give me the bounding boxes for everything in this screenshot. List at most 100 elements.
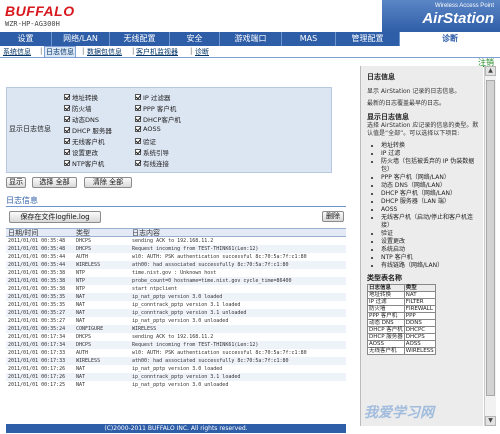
display-button[interactable]: 显示 xyxy=(6,177,26,188)
type-code: WIRELESS xyxy=(403,347,436,355)
tab-admin[interactable]: 管理配置 xyxy=(336,32,400,46)
help-title: 日志信息 xyxy=(367,73,395,81)
model-name: WZR-HP-AG300H xyxy=(5,20,60,28)
log-content: ath00: had associated successfully 8c:70… xyxy=(132,358,289,364)
log-section-title: 日志信息 xyxy=(6,196,38,205)
log-content: ath00: had associated successfully 8c:70… xyxy=(132,262,289,268)
subtab-log-info[interactable]: 日志信息 xyxy=(44,46,76,58)
tab-game-port[interactable]: 游戏端口 xyxy=(220,32,282,46)
scroll-down-icon[interactable]: ▼ xyxy=(485,416,496,426)
subtab-client-monitor[interactable]: 客户机监视器 xyxy=(136,47,178,57)
log-type: DHCPS xyxy=(76,342,92,348)
help-list-item: 无线客户机（启动/停止和客户机连接） xyxy=(381,214,479,230)
delete-button[interactable]: 删除 xyxy=(322,211,344,222)
scroll-up-icon[interactable]: ▲ xyxy=(485,66,496,76)
log-row: 2011/01/01 00:35:27 NAT ip_conntrack_pptp … xyxy=(6,309,346,317)
type-log-name: IP 过滤 xyxy=(367,298,405,306)
log-row: 2011/01/01 00:35:24 CONFIGURE WIRELESS xyxy=(6,325,346,333)
log-row: 2011/01/01 00:35:27 NAT ip_nat_pptp versio… xyxy=(6,317,346,325)
select-all-button[interactable]: 选择 全部 xyxy=(32,177,77,188)
checkbox-checked-icon xyxy=(64,160,70,166)
help-list-item: 验证 xyxy=(381,230,479,238)
log-content: ip_nat_pptp version 3.0 loaded xyxy=(132,294,223,300)
help-scrollbar[interactable]: ▲ ▼ xyxy=(484,66,496,426)
tab-security[interactable]: 安全 xyxy=(170,32,220,46)
type-code: DHCPC xyxy=(403,326,436,334)
log-row: 2011/01/01 00:17:33 WIRELESS ath00: had as… xyxy=(6,357,346,365)
checkbox-wireless-client[interactable]: 无线客户机 xyxy=(64,136,105,146)
help-list-item: 有线链路（网络/LAN） xyxy=(381,262,479,270)
tab-diagnostics[interactable]: 诊断 xyxy=(400,32,500,46)
brand-name: AirStation xyxy=(422,10,494,27)
log-type: NAT xyxy=(76,366,86,372)
save-logfile-button[interactable]: 保存在文件logfile.log xyxy=(9,211,101,223)
checkbox-dhcp-server[interactable]: DHCP 服务器 xyxy=(64,125,112,135)
log-datetime: 2011/01/01 00:35:44 xyxy=(8,262,66,268)
log-type: DHCPS xyxy=(76,238,92,244)
type-table-row: 防火墙 FIREWALL xyxy=(367,305,436,313)
log-datetime: 2011/01/01 00:35:38 xyxy=(8,270,66,276)
checkbox-settings-change[interactable]: 设置更改 xyxy=(64,147,98,157)
type-log-name: DHCP 服务器 xyxy=(367,333,405,341)
checkbox-checked-icon xyxy=(135,116,141,122)
log-row: 2011/01/01 00:35:48 DHCPS Request incoming… xyxy=(6,245,346,253)
checkbox-system-boot[interactable]: 系统引导 xyxy=(135,147,169,157)
help-list-item: NTP 客户机 xyxy=(381,254,479,262)
log-type: CONFIGURE xyxy=(76,326,104,332)
log-row: 2011/01/01 00:17:33 AUTH wl0: AUTH: PSK au… xyxy=(6,349,346,357)
checkbox-checked-icon xyxy=(135,105,141,111)
log-row: 2011/01/01 00:35:35 NAT ip_nat_pptp versio… xyxy=(6,293,346,301)
log-type: NAT xyxy=(76,310,86,316)
log-content: sending ACK to 192.168.11.2 xyxy=(132,334,214,340)
log-content: Request incoming from TEST-THINK61(Len:1… xyxy=(132,246,259,252)
checkbox-checked-icon xyxy=(64,127,70,133)
type-code: FILTER xyxy=(403,298,436,306)
type-table-row: 地址转换 NAT xyxy=(367,291,436,299)
type-table-row: DHCP 客户机 DHCPC xyxy=(367,326,436,334)
log-row: 2011/01/01 00:35:38 NTP start ntpclient xyxy=(6,285,346,293)
tab-mas[interactable]: MAS xyxy=(282,32,336,46)
log-content: WIRELESS xyxy=(132,326,157,332)
log-row: 2011/01/01 00:35:44 AUTH wl0: AUTH: PSK au… xyxy=(6,253,346,261)
checkbox-ip-filter[interactable]: IP 过滤器 xyxy=(135,92,170,102)
log-row: 2011/01/01 00:17:34 DHCPS sending ACK to 1… xyxy=(6,333,346,341)
checkbox-authentication[interactable]: 验证 xyxy=(135,136,156,146)
type-log-name: 无线客户机 xyxy=(367,347,405,355)
log-datetime: 2011/01/01 00:17:33 xyxy=(8,358,66,364)
help-list-item: 系统启动 xyxy=(381,246,479,254)
help-list-item: 设置更改 xyxy=(381,238,479,246)
copyright-footer: (C)2000-2011 BUFFALO INC. All rights res… xyxy=(6,424,346,433)
subtab-packet-info[interactable]: 数据包信息 xyxy=(87,47,122,57)
type-table-row: PPP 客户机 PPP xyxy=(367,312,436,320)
tab-network-lan[interactable]: 网络/LAN xyxy=(52,32,110,46)
subnav-separator: | xyxy=(40,47,43,55)
checkbox-checked-icon xyxy=(64,149,70,155)
log-content: ip_nat_pptp version 3.0 unloaded xyxy=(132,382,229,388)
subtab-system-info[interactable]: 系统信息 xyxy=(3,47,31,57)
checkbox-checked-icon xyxy=(135,160,141,166)
checkbox-wired-link[interactable]: 有线连接 xyxy=(135,158,169,168)
log-type: DHCPS xyxy=(76,334,92,340)
section-divider xyxy=(6,206,346,207)
tab-setup[interactable]: 设置 xyxy=(0,32,52,46)
checkbox-ntp-client[interactable]: NTP客户机 xyxy=(64,158,104,168)
log-type: NTP xyxy=(76,270,86,276)
log-content: wl0: AUTH: PSK authentication successful… xyxy=(132,254,307,260)
log-datetime: 2011/01/01 00:17:34 xyxy=(8,334,66,340)
tab-wireless[interactable]: 无线配置 xyxy=(110,32,170,46)
clear-all-button[interactable]: 清除 全部 xyxy=(84,177,132,188)
type-table-body: 地址转换 NAT IP 过滤 FILTER 防火墙 FIREWALL PPP 客户机 PPP 动… xyxy=(367,291,436,355)
log-datetime: 2011/01/01 00:35:38 xyxy=(8,278,66,284)
log-content: Request incoming from TEST-THINK61(Len:1… xyxy=(132,342,259,348)
log-row: 2011/01/01 00:35:38 NTP time.nist.gov : Un… xyxy=(6,269,346,277)
checkbox-ppp-client[interactable]: PPP 客户机 xyxy=(135,103,176,113)
checkbox-aoss[interactable]: AOSS xyxy=(135,125,161,133)
checkbox-nat[interactable]: 地址转换 xyxy=(64,92,98,102)
checkbox-firewall[interactable]: 防火墙 xyxy=(64,103,92,113)
scroll-thumb[interactable] xyxy=(486,80,495,396)
type-log-name: 防火墙 xyxy=(367,305,405,313)
subtab-diagnostics[interactable]: 诊断 xyxy=(195,47,209,57)
checkbox-dynamic-dns[interactable]: 动态DNS xyxy=(64,114,99,124)
checkbox-dhcp-client[interactable]: DHCP客户机 xyxy=(135,114,181,124)
log-datetime: 2011/01/01 00:35:35 xyxy=(8,294,66,300)
